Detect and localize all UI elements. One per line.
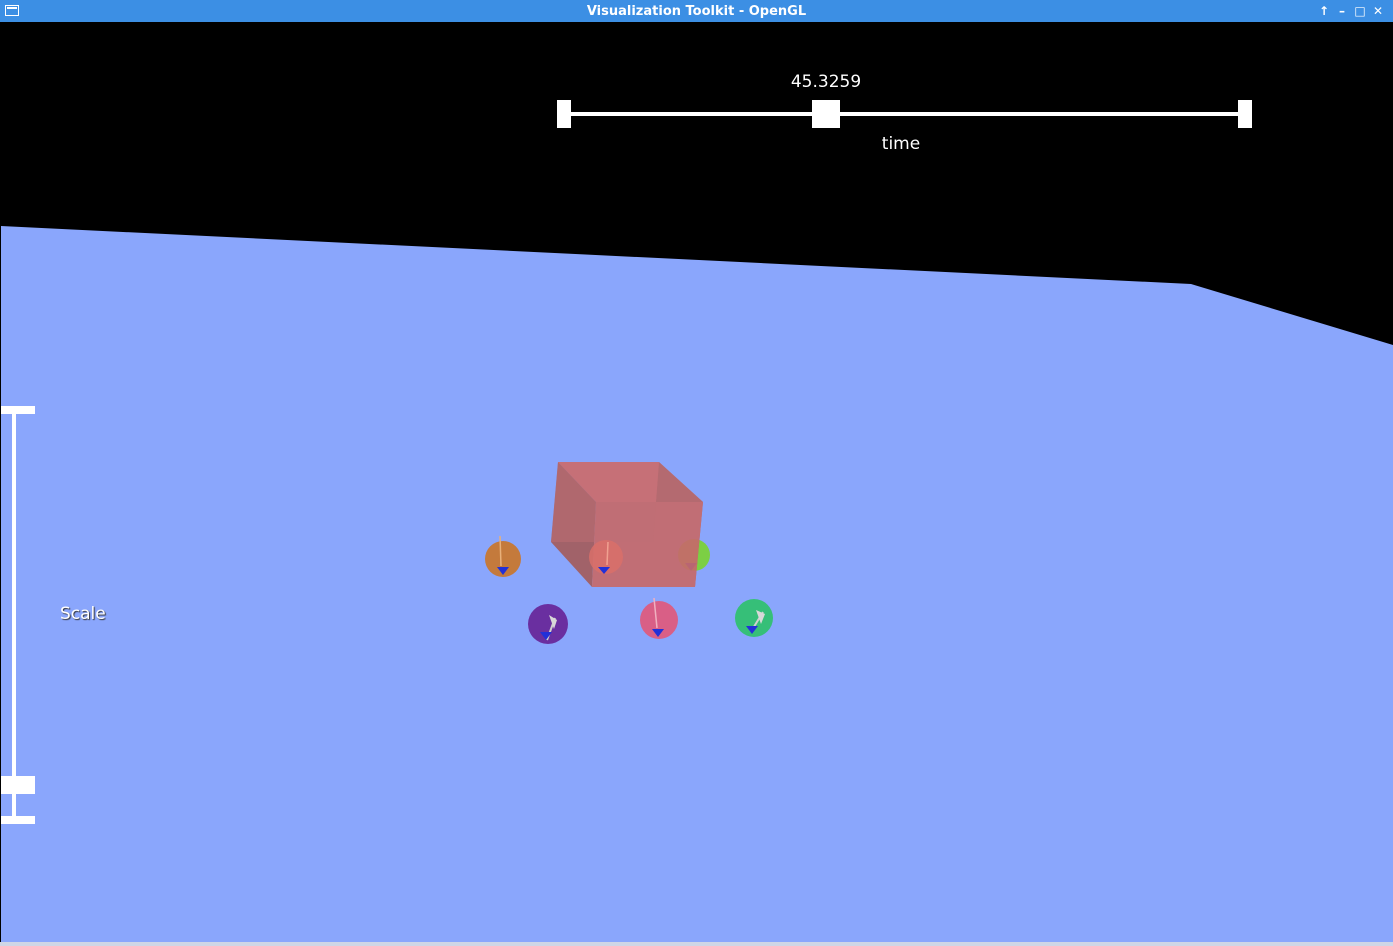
render-viewport[interactable]: 45.3259 time Scale <box>1 22 1393 944</box>
scale-slider-bottom-cap[interactable] <box>1 816 35 824</box>
window-titlebar: Visualization Toolkit - OpenGL ↑ – □ ✕ <box>0 0 1393 22</box>
time-slider-handle[interactable] <box>812 100 840 128</box>
time-slider-value: 45.3259 <box>790 72 862 92</box>
scale-slider-label: Scale <box>60 604 106 624</box>
ball-purple[interactable] <box>528 604 568 644</box>
ground-plane <box>1 226 1393 944</box>
time-slider-start-cap[interactable] <box>557 100 571 128</box>
scale-slider-handle[interactable] <box>1 776 35 794</box>
minimize-icon[interactable]: – <box>1334 3 1350 19</box>
box-back-face <box>551 462 659 542</box>
time-slider[interactable] <box>557 100 1252 128</box>
ball-red[interactable] <box>589 540 623 574</box>
window-title: Visualization Toolkit - OpenGL <box>586 4 807 19</box>
keep-above-icon[interactable]: ↑ <box>1316 3 1332 19</box>
ball-green[interactable] <box>735 599 773 637</box>
scene-canvas[interactable] <box>1 22 1393 944</box>
time-slider-end-cap[interactable] <box>1238 100 1252 128</box>
time-slider-track[interactable] <box>563 112 1245 116</box>
scale-slider-track[interactable] <box>12 410 16 822</box>
close-icon[interactable]: ✕ <box>1370 3 1386 19</box>
maximize-icon[interactable]: □ <box>1352 3 1368 19</box>
window-bottom-border <box>0 942 1393 946</box>
time-slider-label: time <box>881 134 921 154</box>
scale-slider-top-cap[interactable] <box>1 406 35 414</box>
